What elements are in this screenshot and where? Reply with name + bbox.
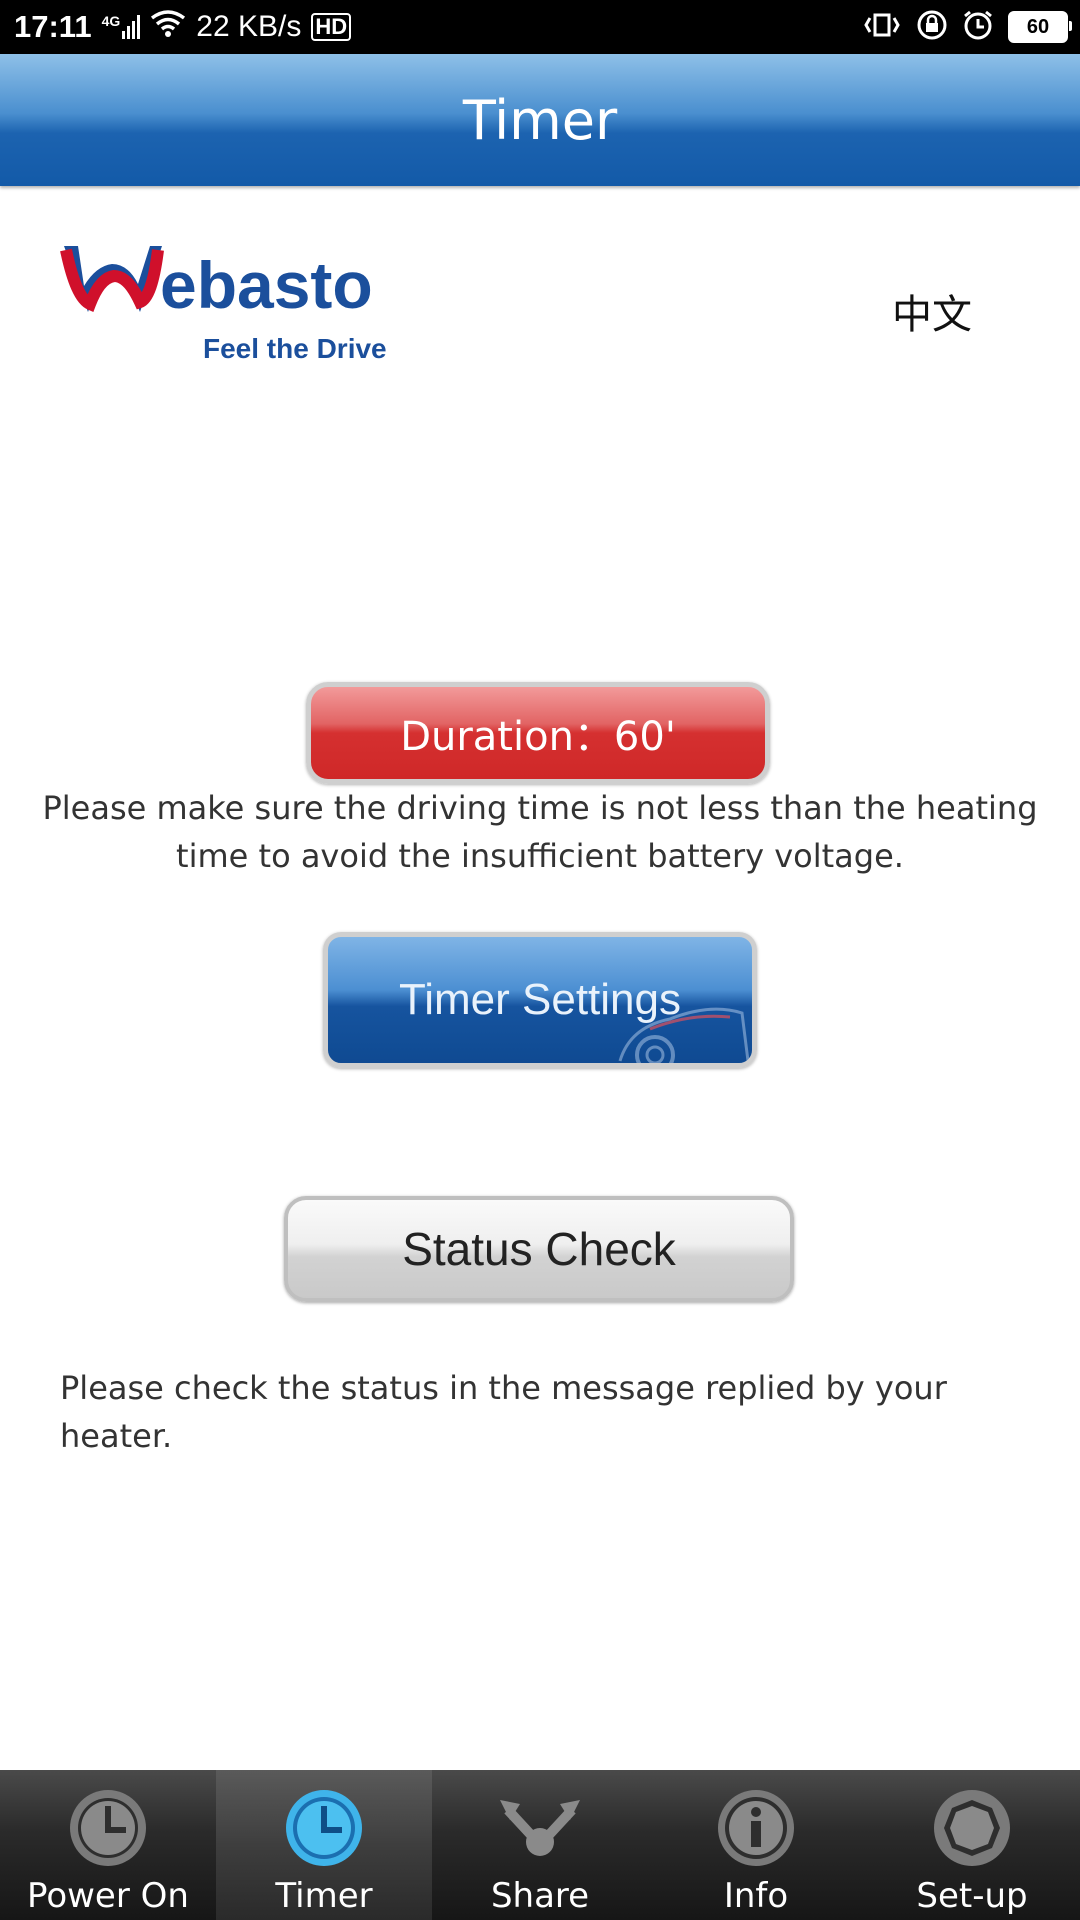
tab-label: Set-up	[916, 1876, 1028, 1916]
lock-rotation-icon	[916, 9, 948, 46]
svg-text:ebasto: ebasto	[160, 248, 373, 322]
power-on-icon	[70, 1790, 146, 1866]
status-check-button[interactable]: Status Check	[284, 1196, 794, 1302]
tab-timer[interactable]: Timer	[216, 1770, 432, 1920]
info-icon	[718, 1790, 794, 1866]
tab-power-on[interactable]: Power On	[0, 1770, 216, 1920]
cellular-signal-icon: 4G	[101, 13, 141, 39]
webasto-logo: ebasto Feel the Drive	[58, 242, 418, 372]
duration-button[interactable]: Duration：60'	[306, 682, 770, 784]
tab-info[interactable]: Info	[648, 1770, 864, 1920]
status-note: Please check the status in the message r…	[60, 1369, 947, 1455]
network-speed: 22 KB/s	[196, 10, 302, 43]
svg-text:Feel the Drive: Feel the Drive	[203, 333, 387, 364]
tab-label: Share	[490, 1876, 590, 1916]
vibrate-icon	[862, 10, 902, 45]
tab-label: Power On	[27, 1876, 189, 1916]
car-icon	[618, 1007, 750, 1063]
tab-label: Timer	[275, 1876, 373, 1916]
timer-settings-button[interactable]: Timer Settings	[323, 932, 757, 1068]
setup-icon	[934, 1790, 1010, 1866]
driving-time-note: Please make sure the driving time is not…	[42, 789, 1038, 875]
share-icon	[500, 1800, 580, 1856]
alarm-icon	[962, 9, 994, 46]
tab-share[interactable]: Share	[432, 1770, 648, 1920]
status-bar: 17:11 4G 22 KB/s HD 60	[0, 0, 1080, 54]
wifi-icon	[150, 9, 186, 45]
tab-setup[interactable]: Set-up	[864, 1770, 1080, 1920]
page-title: Timer	[462, 88, 618, 152]
bottom-tab-bar: Power On Timer Share Info Set-up	[0, 1770, 1080, 1920]
language-toggle[interactable]: 中文	[892, 282, 972, 340]
network-type: 4G	[101, 13, 121, 29]
battery-icon: 60	[1008, 11, 1072, 43]
hd-icon: HD	[311, 13, 352, 41]
timer-icon	[286, 1790, 362, 1866]
status-time: 17:11	[14, 9, 92, 44]
tab-label: Info	[723, 1876, 789, 1916]
status-check-label: Status Check	[402, 1223, 676, 1275]
title-bar: Timer	[0, 54, 1080, 186]
duration-label: Duration：60'	[400, 714, 676, 760]
